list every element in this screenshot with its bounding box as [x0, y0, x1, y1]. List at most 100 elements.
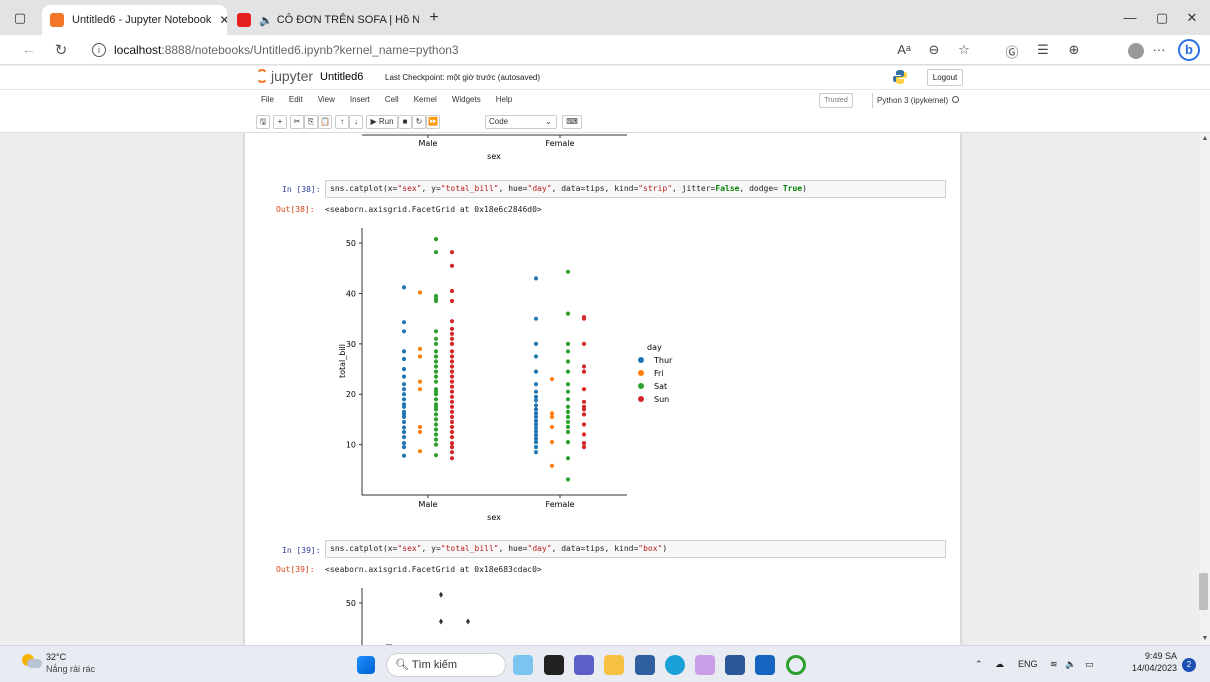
notebook-area[interactable]: Male Female sex In [38]: sns.catplot(x="…	[0, 133, 1200, 645]
chevron-up-icon[interactable]: ⌃	[975, 659, 983, 670]
edge-icon[interactable]	[665, 655, 685, 675]
task-view-icon[interactable]	[544, 655, 564, 675]
cell-type-value: Code	[489, 117, 509, 126]
restart-run-icon[interactable]: ⏩	[426, 115, 440, 129]
menu-cell[interactable]: Cell	[385, 95, 399, 104]
vertical-scrollbar[interactable]	[1200, 133, 1210, 645]
widgets-icon[interactable]	[513, 655, 533, 675]
logout-button[interactable]: Logout	[927, 69, 963, 86]
minimize-button[interactable]: —	[1120, 8, 1140, 28]
language-indicator[interactable]: ENG	[1018, 659, 1038, 669]
search-icon: 🔍︎	[395, 659, 412, 671]
new-tab-button[interactable]: +	[424, 8, 444, 28]
outlier-marker	[439, 591, 443, 598]
insert-cell-icon[interactable]: +	[273, 115, 287, 129]
stop-icon[interactable]: ■	[398, 115, 412, 129]
tab-title: CÔ ĐƠN TRÊN SOFA | Hồ N	[276, 14, 419, 26]
menu-insert[interactable]: Insert	[350, 95, 370, 104]
copy-icon[interactable]: ⎘	[304, 115, 318, 129]
url-path: :8888/notebooks/Untitled6.ipynb?kernel_n…	[161, 43, 459, 57]
kernel-name: Python 3 (ipykernel)	[877, 96, 949, 105]
cell-type-select[interactable]: Code ⌄	[485, 115, 557, 129]
app-icon[interactable]	[695, 655, 715, 675]
scroll-up-icon[interactable]: ▲	[1200, 135, 1210, 142]
refresh-icon[interactable]: ↻	[52, 41, 70, 59]
jupyter-header: jupyter Untitled6 Last Checkpoint: một g…	[0, 66, 1210, 90]
menu-kernel[interactable]: Kernel	[414, 95, 437, 104]
collections-icon[interactable]: ⊕	[1065, 42, 1083, 58]
teams-icon[interactable]	[574, 655, 594, 675]
cut-icon[interactable]: ✂	[290, 115, 304, 129]
notification-badge[interactable]: 2	[1182, 658, 1196, 672]
bing-icon[interactable]: b	[1178, 39, 1200, 61]
url-host: localhost	[114, 43, 162, 57]
menu-bar: File Edit View Insert Cell Kernel Widget…	[0, 90, 1210, 112]
clock-date[interactable]: 14/04/2023	[1125, 663, 1177, 673]
tab-actions-icon[interactable]: ▢	[10, 8, 30, 28]
kernel-status-icon	[952, 96, 960, 103]
trusted-indicator[interactable]: Trusted	[819, 93, 853, 108]
menu-edit[interactable]: Edit	[289, 95, 303, 104]
jupyter-favicon-icon	[50, 13, 64, 27]
keyboard-icon[interactable]: ⌨	[562, 115, 582, 129]
back-icon[interactable]: ←	[20, 41, 38, 58]
chevron-down-icon: ⌄	[545, 117, 552, 126]
outlier-marker	[439, 618, 443, 625]
file-explorer-icon[interactable]	[604, 655, 624, 675]
box-plot: 50	[346, 588, 470, 645]
weather-desc[interactable]: Nắng rải rác	[46, 664, 95, 674]
checkpoint-status: Last Checkpoint: một giờ trước (autosave…	[385, 73, 541, 82]
taskbar: 32°C Nắng rải rác 🔍︎ Tìm kiếm ⌃ ☁ ENG ≋ …	[0, 645, 1210, 682]
clock-time[interactable]: 9:49 SA	[1140, 651, 1177, 661]
read-aloud-icon[interactable]: Aᵃ	[895, 42, 913, 57]
store-icon[interactable]	[635, 655, 655, 675]
notebook-toolbar: 🖫 + ✂ ⎘ 📋 ↑ ↓ ▶ Run ■ ↻ ⏩ Code ⌄ ⌨	[0, 112, 1210, 133]
favorite-star-icon[interactable]: ☆	[955, 42, 973, 58]
move-up-icon[interactable]: ↑	[335, 115, 349, 129]
save-icon[interactable]: 🖫	[256, 115, 270, 129]
extension-icon[interactable]: Ⓖ	[1003, 42, 1021, 61]
scrollbar-thumb[interactable]	[1199, 573, 1208, 610]
youtube-favicon-icon	[237, 13, 251, 27]
close-window-button[interactable]: ✕	[1182, 8, 1202, 28]
more-icon[interactable]: ···	[1150, 42, 1168, 57]
address-bar[interactable]: i localhost:8888/notebooks/Untitled6.ipy…	[86, 39, 971, 61]
favorites-icon[interactable]: ☰	[1034, 42, 1052, 58]
scroll-down-icon[interactable]: ▼	[1200, 635, 1210, 642]
outlier-marker	[466, 618, 470, 625]
browser-tab-bar: ▢ Untitled6 - Jupyter Notebook ✕ 🔈 CÔ ĐƠ…	[0, 0, 1210, 35]
jupyter-logo-text: jupyter	[271, 68, 314, 84]
profile-avatar[interactable]	[1128, 43, 1144, 59]
run-button[interactable]: ▶ Run	[366, 115, 398, 129]
battery-icon[interactable]: ▭	[1085, 659, 1094, 670]
wifi-icon[interactable]: ≋	[1050, 659, 1058, 670]
word-icon[interactable]	[725, 655, 745, 675]
taskbar-search[interactable]: 🔍︎ Tìm kiếm	[386, 653, 506, 677]
onedrive-icon[interactable]: ☁	[995, 659, 1004, 670]
move-down-icon[interactable]: ↓	[349, 115, 363, 129]
maximize-button[interactable]: ▢	[1152, 8, 1172, 28]
menu-file[interactable]: File	[261, 95, 274, 104]
jupyter-logo[interactable]: jupyter	[256, 68, 313, 84]
app-ring-icon[interactable]	[786, 655, 806, 675]
start-icon[interactable]	[357, 656, 375, 674]
zoom-icon[interactable]: ⊖	[925, 42, 943, 58]
weather-icon[interactable]	[22, 654, 42, 670]
paste-icon[interactable]: 📋	[318, 115, 332, 129]
mail-icon[interactable]	[755, 655, 775, 675]
jupyter-logo-icon	[256, 69, 268, 83]
y-tick-label: 50	[346, 599, 356, 608]
menu-list: File Edit View Insert Cell Kernel Widget…	[261, 95, 527, 104]
tab-jupyter[interactable]: Untitled6 - Jupyter Notebook ✕	[42, 5, 227, 35]
menu-help[interactable]: Help	[496, 95, 512, 104]
volume-icon[interactable]: 🔈	[1065, 659, 1076, 670]
info-icon[interactable]: i	[92, 43, 106, 57]
python-logo-icon	[893, 70, 907, 84]
close-tab-icon[interactable]: ✕	[211, 13, 227, 27]
menu-view[interactable]: View	[318, 95, 335, 104]
restart-icon[interactable]: ↻	[412, 115, 426, 129]
weather-temp[interactable]: 32°C	[46, 652, 66, 662]
tab-youtube[interactable]: 🔈 CÔ ĐƠN TRÊN SOFA | Hồ N ✕	[229, 5, 419, 35]
menu-widgets[interactable]: Widgets	[452, 95, 481, 104]
notebook-name[interactable]: Untitled6	[320, 71, 363, 83]
